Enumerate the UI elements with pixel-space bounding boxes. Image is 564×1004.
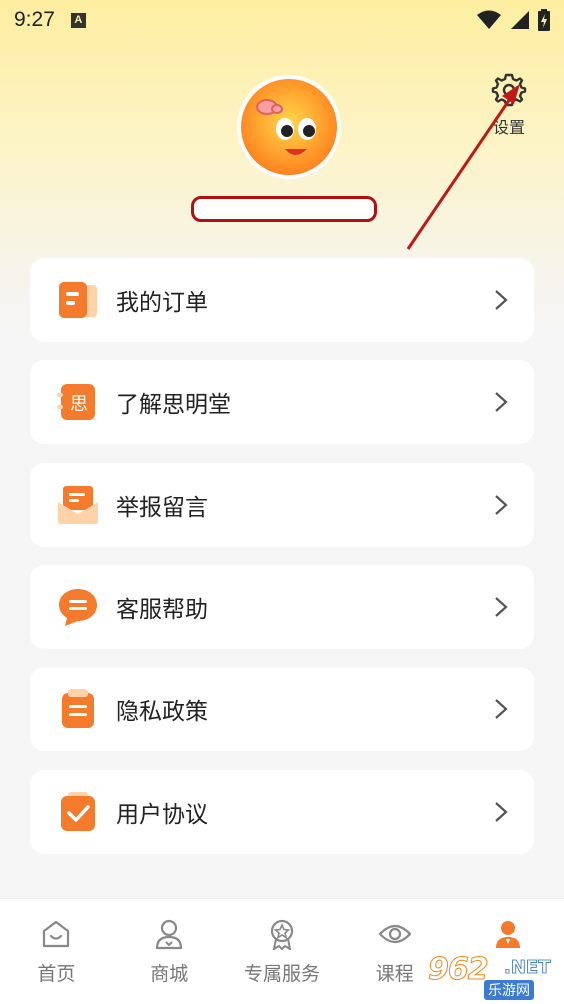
nav-label: 专属服务 <box>243 963 320 985</box>
watermark-main: 962 <box>428 952 490 988</box>
chat-bubble-icon <box>56 585 100 629</box>
nav-shop[interactable]: 商城 <box>113 899 226 1004</box>
menu-item-support[interactable]: 客服帮助 <box>30 565 534 649</box>
chevron-right-icon <box>495 699 508 719</box>
menu-item-about[interactable]: 思 了解思明堂 <box>30 360 534 444</box>
menu-label: 了解思明堂 <box>116 392 231 418</box>
chevron-right-icon <box>495 392 508 412</box>
eye-icon <box>378 917 412 951</box>
status-icons <box>476 9 550 31</box>
agreement-check-icon <box>56 790 100 834</box>
menu-item-privacy[interactable]: 隐私政策 <box>30 667 534 751</box>
order-icon <box>56 278 100 322</box>
about-icon-char: 思 <box>70 394 88 415</box>
home-icon <box>41 917 71 951</box>
badge-icon <box>267 917 297 951</box>
chevron-right-icon <box>495 495 508 515</box>
menu-item-agreement[interactable]: 用户协议 <box>30 770 534 854</box>
status-time: 9:27 <box>14 8 55 31</box>
gear-icon <box>491 73 527 107</box>
battery-icon <box>538 9 550 31</box>
status-bar: 9:27 A <box>0 0 564 40</box>
chevron-right-icon <box>495 802 508 822</box>
username-redacted-box <box>191 196 377 222</box>
menu-item-orders[interactable]: 我的订单 <box>30 258 534 342</box>
avatar-mascot-image <box>241 79 337 175</box>
signal-icon <box>511 11 529 29</box>
menu-item-report[interactable]: 举报留言 <box>30 463 534 547</box>
chevron-right-icon <box>495 597 508 617</box>
nav-home[interactable]: 首页 <box>0 899 113 1004</box>
menu-label: 用户协议 <box>116 802 208 828</box>
settings-label: 设置 <box>492 118 525 137</box>
chevron-right-icon <box>495 290 508 310</box>
watermark-net: .NET <box>504 957 551 979</box>
nav-label: 课程 <box>375 963 414 985</box>
watermark-sub: 乐游网 <box>484 980 534 1000</box>
menu-label: 举报留言 <box>116 495 208 521</box>
watermark-logo: 962 .NET 乐游网 <box>424 948 560 1000</box>
nav-label: 首页 <box>37 963 76 985</box>
nav-label: 商城 <box>150 963 189 985</box>
wifi-icon <box>477 10 501 29</box>
user-icon <box>493 917 523 951</box>
menu-label: 我的订单 <box>116 290 208 316</box>
clipboard-icon <box>56 687 100 731</box>
envelope-icon <box>56 483 100 527</box>
about-icon: 思 <box>56 380 100 424</box>
notification-icon: A <box>70 12 86 28</box>
shop-icon <box>154 917 184 951</box>
nav-exclusive-service[interactable]: 专属服务 <box>226 899 339 1004</box>
menu-label: 客服帮助 <box>116 597 208 623</box>
avatar[interactable] <box>237 75 341 179</box>
menu-label: 隐私政策 <box>116 699 208 725</box>
settings-button[interactable]: 设置 <box>488 72 530 138</box>
